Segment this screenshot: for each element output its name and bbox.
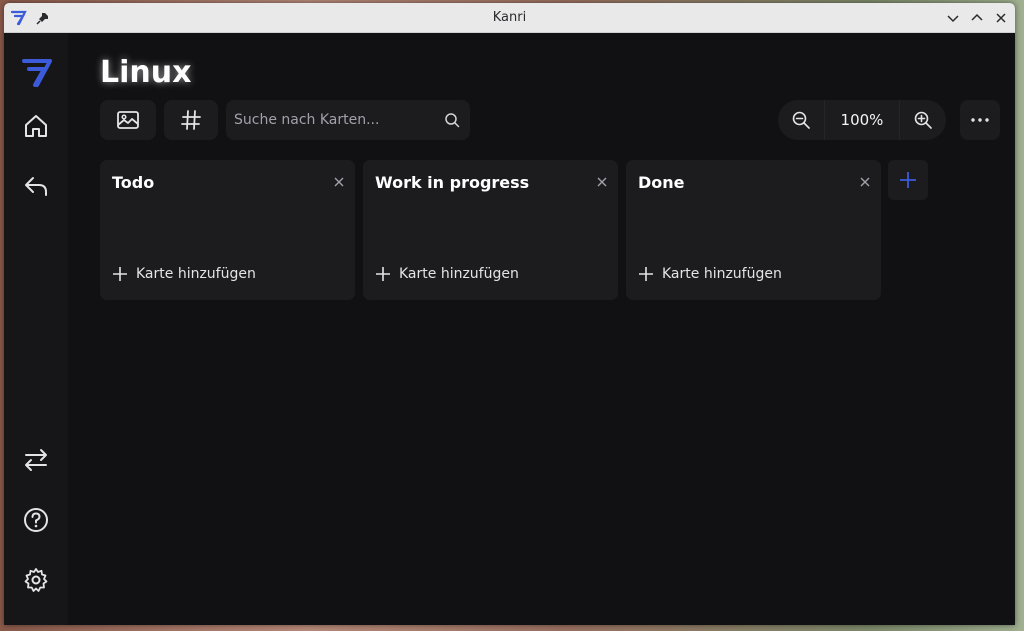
sidebar: [4, 33, 68, 625]
column-todo[interactable]: Todo Karte hinzufügen: [100, 160, 355, 300]
plus-icon: [113, 267, 127, 281]
close-icon[interactable]: [333, 176, 345, 188]
back-arrow-icon: [25, 177, 47, 196]
board-area: Linux Suche nach Karten... 100% Todo Kar…: [68, 33, 1015, 625]
logo-icon: [22, 59, 52, 87]
tags-button[interactable]: [164, 100, 218, 140]
background-image-button[interactable]: [100, 100, 156, 140]
plus-icon: [376, 267, 390, 281]
column-done[interactable]: Done Karte hinzufügen: [626, 160, 881, 300]
plus-icon: [900, 172, 916, 188]
zoom-in-icon: [914, 111, 932, 129]
zoom-in-button[interactable]: [900, 100, 946, 140]
add-card-label: Karte hinzufügen: [662, 266, 782, 282]
add-card-label: Karte hinzufügen: [136, 266, 256, 282]
settings-icon: [24, 568, 48, 592]
ellipsis-icon: [971, 118, 989, 122]
back-button[interactable]: [21, 171, 51, 201]
search-box[interactable]: [226, 100, 470, 140]
help-icon: [24, 508, 48, 532]
column-work-in-progress[interactable]: Work in progress Karte hinzufügen: [363, 160, 618, 300]
zoom-out-icon: [792, 111, 810, 129]
close-window-button[interactable]: [993, 10, 1009, 26]
add-column-button[interactable]: [888, 160, 928, 200]
maximize-button[interactable]: [969, 10, 985, 26]
home-button[interactable]: [21, 111, 51, 141]
close-icon[interactable]: [596, 176, 608, 188]
window-title: Kanri: [492, 10, 527, 25]
zoom-level: 100%: [824, 100, 900, 140]
zoom-out-button[interactable]: [778, 100, 824, 140]
settings-button[interactable]: [21, 565, 51, 595]
add-card-button[interactable]: Karte hinzufügen: [375, 266, 519, 282]
help-button[interactable]: [21, 505, 51, 535]
search-icon[interactable]: [444, 112, 460, 128]
title-bar: Kanri: [4, 3, 1015, 33]
board-title[interactable]: Linux: [100, 55, 191, 90]
import-export-button[interactable]: [21, 445, 51, 475]
plus-icon: [639, 267, 653, 281]
app-window: Kanri Linux Suche nach Karten... 100% To…: [4, 3, 1015, 625]
minimize-button[interactable]: [945, 10, 961, 26]
close-icon[interactable]: [859, 176, 871, 188]
transfer-icon: [25, 449, 47, 471]
more-options-button[interactable]: [960, 100, 1000, 140]
image-icon: [117, 111, 139, 129]
hashtag-icon: [181, 110, 201, 130]
home-icon: [25, 115, 47, 137]
zoom-control: 100%: [778, 100, 946, 140]
add-card-button[interactable]: Karte hinzufügen: [112, 266, 256, 282]
search-input[interactable]: [226, 112, 426, 128]
column-title[interactable]: Work in progress: [375, 173, 529, 192]
column-title[interactable]: Todo: [112, 173, 154, 192]
column-title[interactable]: Done: [638, 173, 685, 192]
add-card-button[interactable]: Karte hinzufügen: [638, 266, 782, 282]
add-card-label: Karte hinzufügen: [399, 266, 519, 282]
